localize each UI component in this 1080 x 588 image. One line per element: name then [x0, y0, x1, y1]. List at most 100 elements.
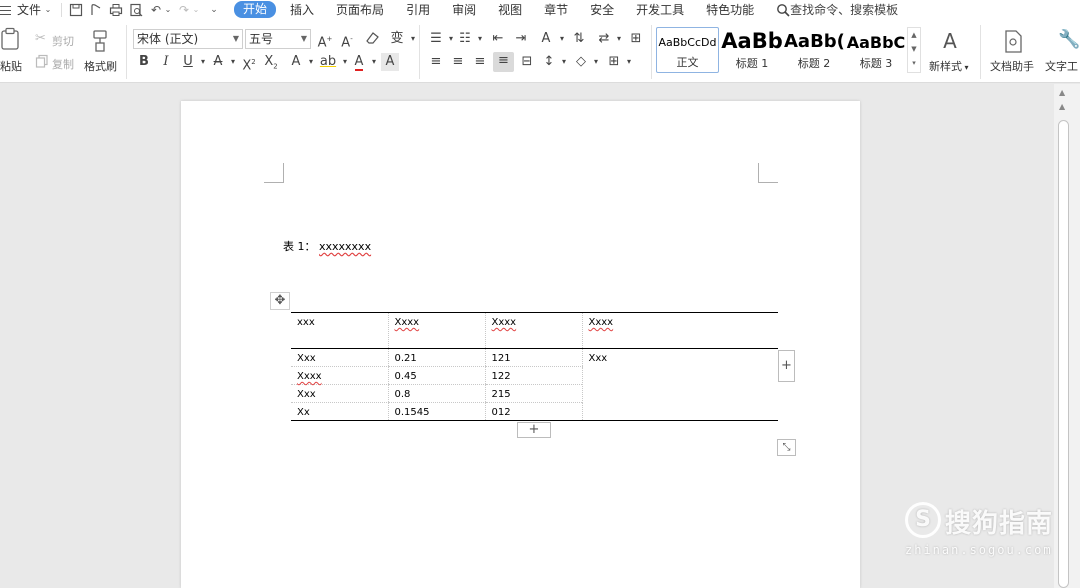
document-page[interactable]: 表 1： xxxxxxxx ✥ xxx Xxxx Xxxx Xxxx Xxx 0…: [181, 101, 860, 588]
scroll-up-page-icon[interactable]: ▲: [1059, 102, 1065, 111]
align-right-icon[interactable]: ≡: [471, 53, 489, 71]
table-cell[interactable]: Xxx: [291, 384, 388, 403]
align-left-icon[interactable]: ≡: [427, 53, 445, 71]
file-menu[interactable]: 文件: [17, 1, 41, 18]
clear-formatting-icon[interactable]: [363, 30, 381, 48]
decrease-indent-icon[interactable]: ⇤: [489, 30, 507, 48]
menu-icon[interactable]: [0, 5, 14, 15]
align-justify-icon[interactable]: ≡: [493, 52, 514, 72]
table-header-cell[interactable]: xxx: [291, 312, 388, 349]
chevron-down-icon[interactable]: ⌄: [41, 3, 55, 17]
export-pdf-icon[interactable]: [88, 3, 104, 17]
table-resize-handle[interactable]: ⤡: [777, 439, 796, 456]
customize-quick-access-icon[interactable]: ⌄: [206, 3, 222, 17]
table-cell[interactable]: 0.8: [387, 384, 485, 403]
table-cell[interactable]: Xxx: [291, 348, 388, 367]
table-cell[interactable]: 122: [484, 366, 582, 385]
style-heading-2-label: 标题 2: [797, 57, 831, 70]
table-cell[interactable]: 0.45: [387, 366, 485, 385]
scroll-up-icon[interactable]: ▲: [1059, 88, 1065, 97]
add-column-button[interactable]: +: [778, 350, 795, 382]
redo-icon[interactable]: ↷: [176, 3, 192, 17]
cell-text: Xxxx: [297, 371, 322, 382]
chevron-down-icon[interactable]: ▾: [610, 30, 628, 48]
document-assistant-button[interactable]: 文档助手: [990, 58, 1034, 74]
increase-font-size-icon[interactable]: A+: [316, 30, 334, 50]
italic-icon[interactable]: I: [157, 53, 175, 71]
chevron-down-icon[interactable]: ▾: [620, 53, 638, 71]
font-name-select[interactable]: 宋体 (正文) ▼: [133, 29, 243, 49]
tab-security[interactable]: 安全: [590, 1, 614, 18]
tab-special-features[interactable]: 特色功能: [706, 1, 754, 18]
table-header-cell[interactable]: Xxxx: [581, 312, 778, 349]
move-icon: ✥: [274, 293, 286, 308]
wrench-icon[interactable]: 🔧: [1058, 29, 1080, 55]
paste-button[interactable]: 粘贴: [0, 58, 22, 74]
bold-icon[interactable]: B: [135, 53, 153, 71]
table-header-cell[interactable]: Xxxx: [484, 312, 582, 349]
print-icon[interactable]: [108, 3, 124, 17]
text-tools-button[interactable]: 文字工: [1045, 58, 1078, 74]
style-gallery-scroll[interactable]: ▲ ▼ ▾: [907, 27, 921, 73]
decrease-font-size-icon[interactable]: A-: [338, 30, 356, 50]
copy-icon[interactable]: [35, 54, 49, 68]
table-header-cell[interactable]: Xxxx: [387, 312, 485, 349]
tab-home[interactable]: 开始: [234, 1, 277, 18]
new-style-button[interactable]: 新样式 ▾: [929, 58, 969, 74]
table-merged-cell[interactable]: Xxx: [581, 348, 778, 421]
subscript-icon[interactable]: X2: [262, 53, 280, 71]
tab-view[interactable]: 视图: [498, 1, 522, 18]
table-cell[interactable]: Xxxx: [291, 366, 388, 385]
chevron-down-icon[interactable]: ▾: [555, 53, 573, 71]
show-hide-marks-icon[interactable]: ⊞: [627, 30, 645, 48]
chevron-down-icon[interactable]: ▾: [553, 30, 571, 48]
style-normal[interactable]: AaBbCcDd 正文: [656, 27, 719, 73]
table-caption[interactable]: 表 1： xxxxxxxx: [283, 238, 371, 254]
table-cell[interactable]: 121: [484, 348, 582, 367]
command-search[interactable]: 查找命令、搜索模板: [776, 1, 898, 18]
table-cell[interactable]: Xx: [291, 402, 388, 421]
paste-icon[interactable]: [0, 27, 22, 51]
add-row-button[interactable]: +: [517, 422, 551, 438]
tab-page-layout[interactable]: 页面布局: [336, 1, 384, 18]
increase-indent-icon[interactable]: ⇥: [512, 30, 530, 48]
align-center-icon[interactable]: ≡: [449, 53, 467, 71]
superscript-icon[interactable]: X2: [240, 53, 258, 73]
sort-icon[interactable]: ⇅: [570, 30, 588, 48]
style-heading-1[interactable]: AaBb 标题 1: [721, 27, 783, 73]
chevron-down-icon[interactable]: ⌄: [164, 3, 172, 17]
new-style-icon[interactable]: A: [937, 29, 963, 55]
style-heading-3[interactable]: AaBbC 标题 3: [846, 27, 906, 73]
chevron-down-icon[interactable]: ▾: [587, 53, 605, 71]
tab-developer[interactable]: 开发工具: [636, 1, 684, 18]
table-move-handle[interactable]: ✥: [270, 292, 290, 310]
data-table[interactable]: xxx Xxxx Xxxx Xxxx Xxx 0.21 121 Xxx Xxxx…: [291, 312, 778, 421]
undo-icon[interactable]: ↶: [148, 3, 164, 17]
font-name-value: 宋体 (正文): [137, 32, 199, 46]
tab-chapter[interactable]: 章节: [544, 1, 568, 18]
chevron-down-icon[interactable]: ▾: [471, 30, 489, 48]
table-cell[interactable]: 012: [484, 402, 582, 421]
style-heading-2[interactable]: AaBb( 标题 2: [784, 27, 844, 73]
chevron-down-icon[interactable]: ⌄: [192, 3, 200, 17]
table-cell[interactable]: 215: [484, 384, 582, 403]
table-cell[interactable]: 0.21: [387, 348, 485, 367]
cut-icon[interactable]: ✂: [35, 31, 51, 47]
print-preview-icon[interactable]: [128, 3, 144, 17]
document-assistant-icon[interactable]: [1002, 29, 1024, 55]
save-icon[interactable]: [68, 3, 84, 17]
tab-insert[interactable]: 插入: [290, 1, 314, 18]
divider: [419, 25, 420, 79]
highlight-icon[interactable]: ab: [318, 53, 338, 71]
format-painter-icon[interactable]: [90, 29, 112, 53]
font-size-select[interactable]: 五号 ▼: [245, 29, 311, 49]
character-shading-icon[interactable]: A: [381, 53, 399, 71]
copy-button[interactable]: 复制: [52, 56, 74, 72]
format-painter-button[interactable]: 格式刷: [84, 58, 117, 74]
tab-review[interactable]: 审阅: [452, 1, 476, 18]
distributed-align-icon[interactable]: ⊟: [518, 53, 536, 71]
cut-button[interactable]: 剪切: [52, 33, 74, 49]
table-cell[interactable]: 0.1545: [387, 402, 485, 421]
tab-references[interactable]: 引用: [406, 1, 430, 18]
divider: [126, 25, 127, 79]
